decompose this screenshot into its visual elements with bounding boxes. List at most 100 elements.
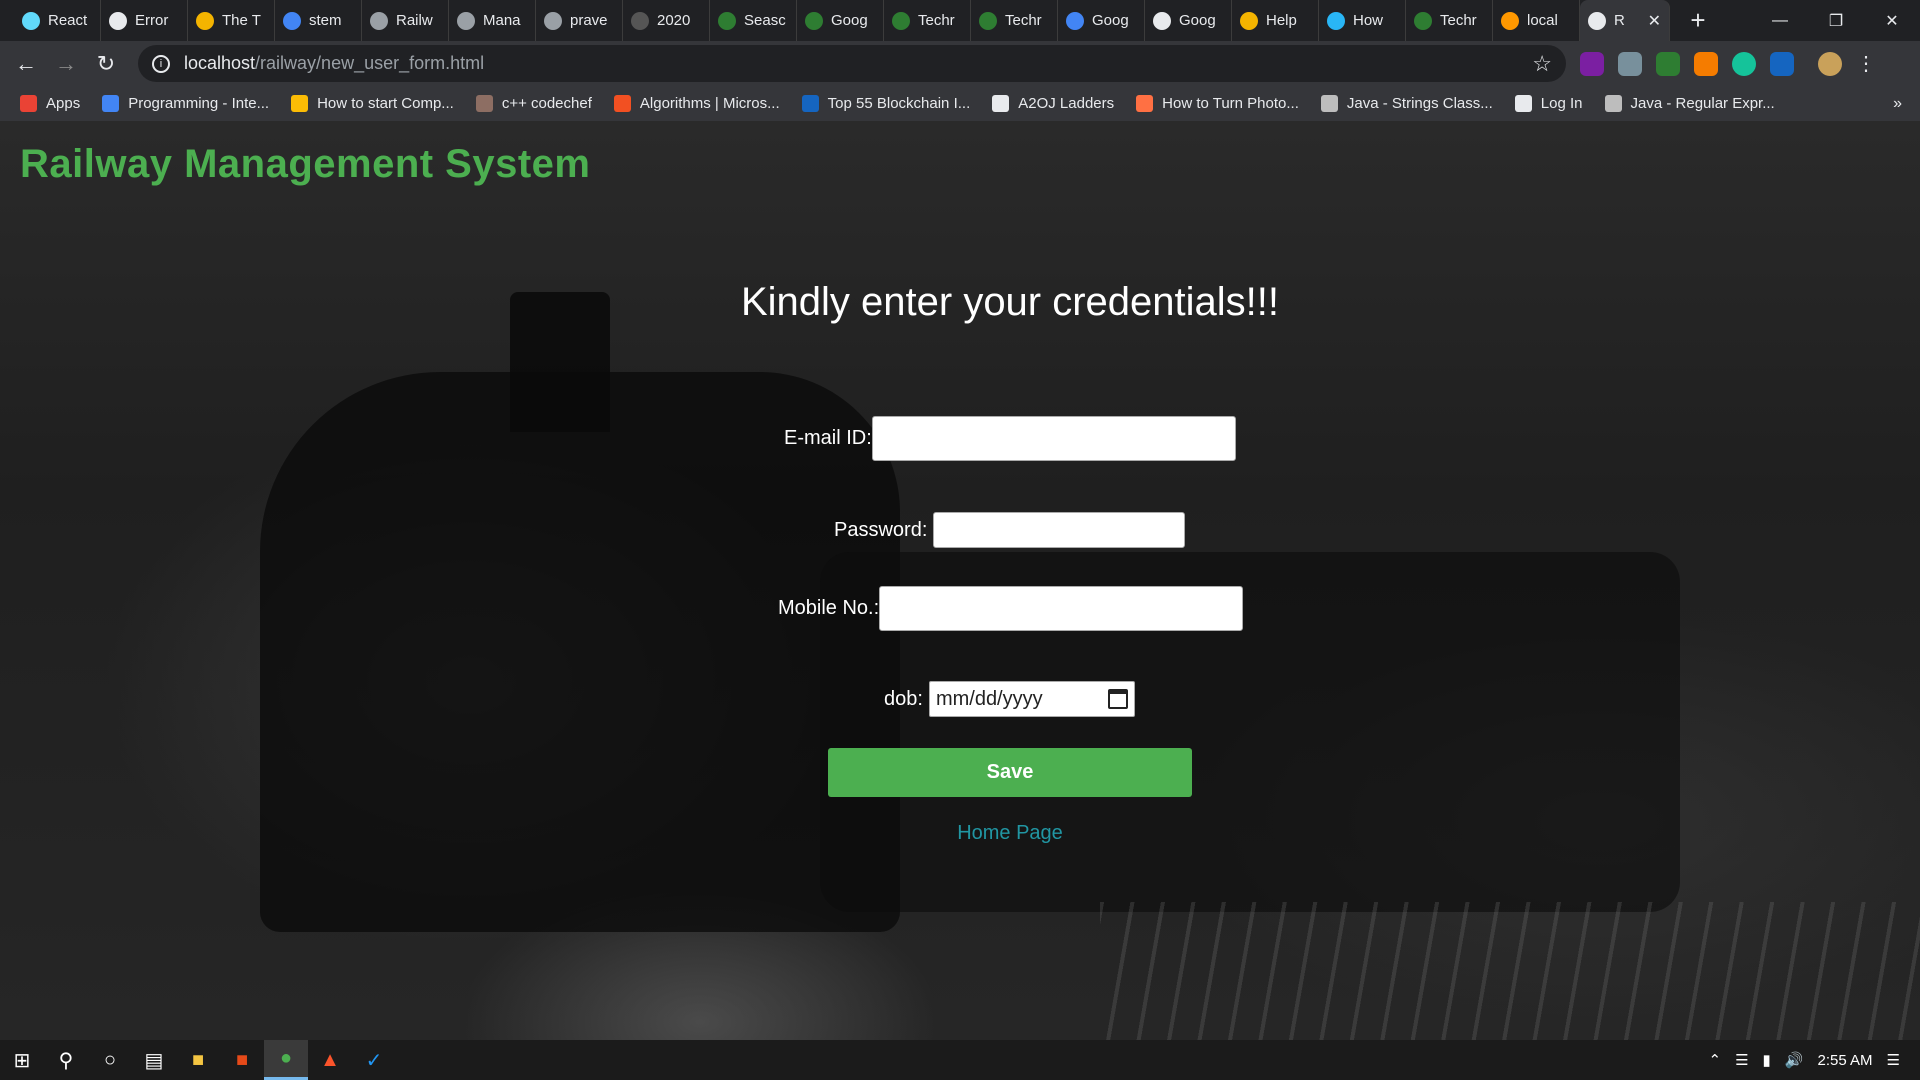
url-host: localhost — [184, 53, 256, 73]
network-icon[interactable]: ☰ — [1735, 1051, 1748, 1069]
tab-favicon-icon — [370, 11, 388, 30]
dob-date-input[interactable]: mm/dd/yyyy — [928, 681, 1135, 717]
tab-favicon-icon — [979, 11, 997, 30]
mobile-field[interactable] — [879, 586, 1244, 631]
browser-tab[interactable]: The T — [188, 0, 275, 41]
mobile-row: Mobile No.: — [778, 586, 1244, 631]
volume-icon[interactable]: 🔊 — [1785, 1051, 1804, 1069]
menu-kebab-icon[interactable]: ⋮ — [1856, 51, 1876, 76]
office-icon[interactable]: ■ — [220, 1040, 264, 1080]
clock-time[interactable]: 2:55 AM — [1818, 1052, 1873, 1069]
browser-tab[interactable]: stem — [275, 0, 362, 41]
os-taskbar: ⊞ ⚲ ○ ▤ ■ ■ ● ▲ ✓ ⌃ ☰ ▮ 🔊 2:55 AM ☰ — [0, 1040, 1920, 1080]
bookmark-favicon-icon — [1136, 95, 1154, 112]
brave-icon[interactable]: ▲ — [308, 1040, 352, 1080]
tab-active[interactable]: R ✕ — [1580, 0, 1670, 41]
tab-favicon-icon — [892, 11, 910, 30]
tab-label: prave — [570, 12, 608, 29]
browser-tab[interactable]: Seasc — [710, 0, 797, 41]
tab-favicon-icon — [22, 11, 40, 30]
bookmark-item[interactable]: c++ codechef — [475, 95, 592, 112]
calendar-icon[interactable] — [1107, 689, 1128, 709]
bookmarks-bar: Apps Programming - Inte... How to start Co… — [0, 86, 1920, 122]
todo-icon[interactable]: ✓ — [352, 1040, 396, 1080]
bookmark-item[interactable]: Apps — [20, 95, 80, 112]
bookmark-star-icon[interactable]: ☆ — [1532, 51, 1552, 77]
new-tab-button[interactable]: + — [1686, 5, 1710, 36]
close-tab-icon[interactable]: ✕ — [1648, 11, 1661, 31]
bookmark-item[interactable]: How to start Comp... — [291, 95, 454, 112]
form-heading: Kindly enter your credentials!!! — [740, 280, 1280, 324]
bookmark-item[interactable]: Algorithms | Micros... — [613, 95, 780, 112]
bookmark-item[interactable]: Programming - Inte... — [102, 95, 269, 112]
browser-tab[interactable]: Railw — [362, 0, 449, 41]
browser-tab[interactable]: local — [1493, 0, 1580, 41]
dob-row: dob: mm/dd/yyyy — [884, 681, 1135, 717]
tree-extension-icon[interactable] — [1656, 51, 1680, 76]
url-path: /railway/new_user_form.html — [255, 53, 485, 73]
system-tray: ⌃ ☰ ▮ 🔊 2:55 AM ☰ — [1709, 1040, 1920, 1080]
react-devtools-icon[interactable] — [1618, 51, 1642, 76]
close-window-button[interactable]: ✕ — [1864, 0, 1920, 41]
browser-tab[interactable]: Goog — [1058, 0, 1145, 41]
password-row: Password: — [834, 512, 1186, 548]
bookmark-label: A2OJ Ladders — [1018, 95, 1115, 112]
browser-tab[interactable]: How — [1319, 0, 1406, 41]
file-explorer-icon[interactable]: ■ — [176, 1040, 220, 1080]
avatar[interactable] — [1818, 51, 1842, 76]
email-field[interactable] — [871, 416, 1236, 461]
tab-label: The T — [222, 12, 261, 29]
task-view-icon[interactable]: ▤ — [132, 1040, 176, 1080]
maximize-button[interactable]: ❐ — [1808, 0, 1864, 41]
bookmark-item[interactable]: Java - Regular Expr... — [1604, 95, 1775, 112]
browser-toolbar: ← → ↻ i localhost /railway/new_user_form… — [0, 41, 1920, 86]
site-info-icon[interactable]: i — [152, 54, 170, 73]
browser-tab[interactable]: React — [14, 0, 101, 41]
windows-start-icon[interactable]: ⊞ — [0, 1040, 44, 1080]
metamask-icon[interactable] — [1694, 51, 1718, 76]
bookmark-favicon-icon — [801, 95, 819, 112]
search-icon[interactable]: ⚲ — [44, 1040, 88, 1080]
browser-tab[interactable]: prave — [536, 0, 623, 41]
more-bookmarks-icon[interactable]: » — [1893, 95, 1902, 113]
bookmark-favicon-icon — [992, 95, 1010, 112]
address-bar[interactable]: i localhost /railway/new_user_form.html … — [138, 45, 1566, 82]
battery-icon[interactable]: ▮ — [1763, 1051, 1771, 1069]
minimize-button[interactable]: — — [1752, 0, 1808, 41]
grammarly-icon[interactable] — [1732, 51, 1756, 76]
browser-tab[interactable]: Techr — [971, 0, 1058, 41]
bookmark-label: Programming - Inte... — [128, 95, 270, 112]
reload-icon[interactable]: ↻ — [86, 44, 126, 84]
bookmark-item[interactable]: Java - Strings Class... — [1320, 95, 1493, 112]
browser-tab[interactable]: Goog — [1145, 0, 1232, 41]
browser-tab[interactable]: 2020 — [623, 0, 710, 41]
tab-favicon-icon — [1153, 11, 1171, 30]
bookmark-item[interactable]: Top 55 Blockchain I... — [801, 95, 970, 112]
extension-icon[interactable] — [1580, 51, 1604, 76]
chrome-taskbar-icon[interactable]: ● — [264, 1040, 308, 1080]
home-page-link[interactable]: Home Page — [0, 822, 1920, 845]
bookmark-favicon-icon — [1604, 95, 1622, 112]
browser-tab[interactable]: Error — [101, 0, 188, 41]
browser-tab[interactable]: Goog — [797, 0, 884, 41]
tab-label: Help — [1266, 12, 1297, 29]
cortana-icon[interactable]: ○ — [88, 1040, 132, 1080]
chevron-up-icon[interactable]: ⌃ — [1709, 1051, 1722, 1069]
notifications-icon[interactable]: ☰ — [1887, 1051, 1900, 1069]
bookmark-item[interactable]: How to Turn Photo... — [1136, 95, 1299, 112]
tab-favicon-icon — [805, 11, 823, 30]
dob-label: dob: — [884, 687, 923, 710]
password-field[interactable] — [933, 512, 1186, 548]
task-extension-icon[interactable] — [1770, 51, 1794, 76]
save-button[interactable]: Save — [828, 748, 1192, 797]
browser-tab[interactable]: Techr — [1406, 0, 1493, 41]
back-arrow-icon[interactable]: ← — [6, 44, 46, 84]
forward-arrow-icon[interactable]: → — [46, 44, 86, 84]
bookmark-item[interactable]: A2OJ Ladders — [992, 95, 1114, 112]
tab-label: Error — [135, 12, 169, 29]
mobile-label: Mobile No.: — [778, 597, 880, 619]
browser-tab[interactable]: Techr — [884, 0, 971, 41]
browser-tab[interactable]: Help — [1232, 0, 1319, 41]
browser-tab[interactable]: Mana — [449, 0, 536, 41]
bookmark-item[interactable]: Log In — [1514, 95, 1583, 112]
